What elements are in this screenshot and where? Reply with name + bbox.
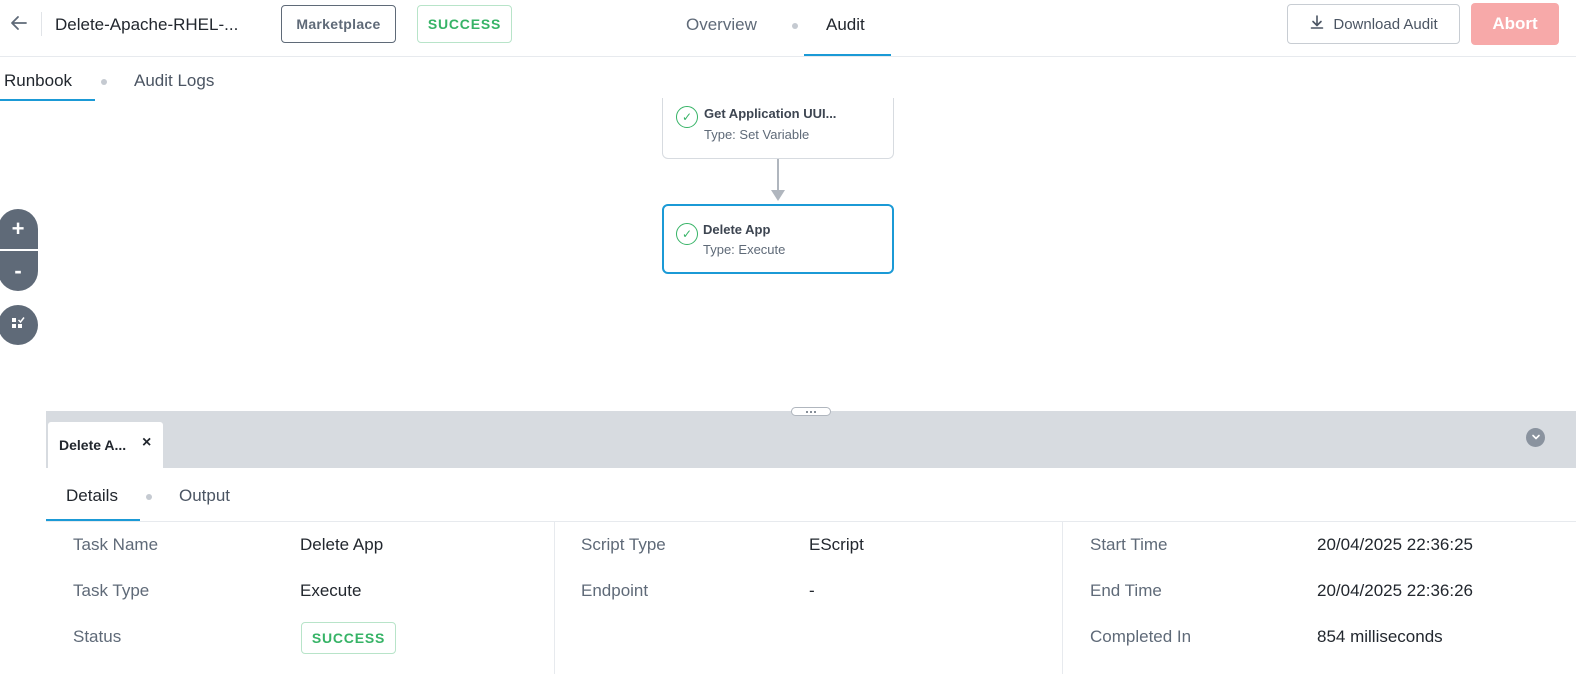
- runbook-node-get-application-uuid[interactable]: ✓ Get Application UUI... Type: Set Varia…: [662, 98, 894, 159]
- zoom-in-button[interactable]: +: [0, 209, 38, 249]
- details-divider: [46, 521, 1576, 522]
- script-type-label: Script Type: [581, 535, 666, 554]
- column-divider: [554, 522, 555, 674]
- endpoint-label: Endpoint: [581, 581, 649, 600]
- start-time-label: Start Time: [1090, 535, 1168, 554]
- back-arrow-icon[interactable]: [6, 10, 32, 36]
- endpoint-value: -: [809, 581, 815, 600]
- status-badge: SUCCESS: [417, 5, 512, 43]
- app-header: Delete-Apache-RHEL-... Marketplace SUCCE…: [0, 0, 1576, 57]
- task-panel-tab-label: Delete A...: [59, 437, 127, 453]
- completed-in-label: Completed In: [1090, 627, 1192, 646]
- completed-in-value: 854 milliseconds: [1317, 627, 1443, 646]
- subtab-separator-dot: [101, 79, 107, 85]
- tab-separator-dot: [792, 23, 798, 29]
- detail-tab-separator-dot: [146, 494, 152, 500]
- node-title: Get Application UUI...: [704, 106, 837, 121]
- abort-button[interactable]: Abort: [1471, 3, 1559, 45]
- tab-audit-logs[interactable]: Audit Logs: [134, 71, 214, 91]
- task-name-value: Delete App: [300, 535, 384, 554]
- task-status-badge: SUCCESS: [301, 622, 396, 654]
- tab-runbook[interactable]: Runbook: [4, 71, 72, 91]
- tab-details[interactable]: Details: [66, 486, 118, 506]
- node-connector-arrow: [771, 159, 785, 201]
- tab-audit[interactable]: Audit: [826, 15, 865, 35]
- zoom-out-button[interactable]: -: [0, 251, 38, 291]
- task-panel-tab[interactable]: Delete A... ×: [48, 422, 163, 468]
- node-title: Delete App: [703, 222, 771, 237]
- fit-to-screen-icon: [10, 315, 26, 336]
- task-type-label: Task Type: [73, 581, 150, 600]
- end-time-label: End Time: [1090, 581, 1162, 600]
- status-label: Status: [73, 627, 122, 646]
- runbook-node-delete-app[interactable]: ✓ Delete App Type: Execute: [662, 204, 894, 274]
- task-name-label: Task Name: [73, 535, 159, 554]
- active-subtab-indicator: [0, 99, 95, 101]
- download-icon: [1309, 14, 1325, 35]
- active-tab-indicator: [804, 54, 891, 56]
- header-divider: [41, 12, 42, 36]
- panel-resize-handle[interactable]: [791, 407, 831, 416]
- node-type: Type: Execute: [703, 242, 786, 257]
- node-type: Type: Set Variable: [704, 127, 810, 142]
- download-audit-label: Download Audit: [1333, 15, 1438, 33]
- chevron-down-icon: [1531, 429, 1541, 447]
- close-icon[interactable]: ×: [142, 434, 151, 452]
- check-circle-icon: ✓: [676, 106, 698, 128]
- start-time-value: 20/04/2025 22:36:25: [1317, 535, 1473, 554]
- tab-output[interactable]: Output: [179, 486, 230, 506]
- fit-to-screen-button[interactable]: [0, 305, 38, 345]
- download-audit-button[interactable]: Download Audit: [1287, 4, 1460, 44]
- marketplace-tag: Marketplace: [281, 5, 396, 43]
- check-circle-icon: ✓: [676, 223, 698, 245]
- task-type-value: Execute: [300, 581, 362, 600]
- collapse-panel-button[interactable]: [1526, 428, 1545, 447]
- task-panel-tabbar: [46, 411, 1576, 468]
- end-time-value: 20/04/2025 22:36:26: [1317, 581, 1473, 600]
- column-divider: [1062, 522, 1063, 674]
- page-title: Delete-Apache-RHEL-...: [55, 15, 239, 34]
- tab-overview[interactable]: Overview: [686, 15, 757, 35]
- script-type-value: EScript: [809, 535, 864, 554]
